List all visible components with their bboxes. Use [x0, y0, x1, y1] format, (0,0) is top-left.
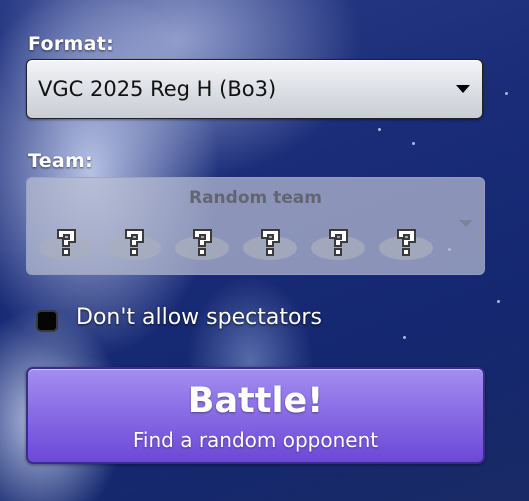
battle-button[interactable]: Battle! Find a random opponent: [26, 367, 485, 464]
question-mark-icon: [125, 229, 144, 256]
team-slot: [37, 224, 95, 264]
battle-button-title: Battle!: [187, 381, 324, 421]
format-selected-value: VGC 2025 Reg H (Bo3): [38, 77, 277, 101]
star: [378, 128, 381, 131]
star: [412, 142, 415, 145]
question-mark-icon: [329, 229, 348, 256]
star: [403, 336, 406, 339]
question-mark-icon: [261, 229, 280, 256]
question-mark-icon: [193, 229, 212, 256]
star: [505, 92, 508, 95]
team-slot: [241, 224, 299, 264]
format-label: Format:: [28, 33, 115, 55]
team-slot: [309, 224, 367, 264]
no-spectators-checkbox[interactable]: [36, 310, 58, 332]
question-mark-icon: [397, 229, 416, 256]
team-slot: [173, 224, 231, 264]
battle-button-subtitle: Find a random opponent: [132, 428, 379, 452]
team-slot: [377, 224, 435, 264]
team-slot: [105, 224, 163, 264]
chevron-down-icon: [456, 85, 470, 93]
team-selected-value: Random team: [189, 188, 322, 208]
chevron-down-icon: [459, 220, 473, 227]
question-mark-icon: [57, 229, 76, 256]
team-label: Team:: [28, 150, 94, 172]
no-spectators-label[interactable]: Don't allow spectators: [76, 305, 322, 330]
team-select[interactable]: Random team: [26, 177, 485, 275]
format-select[interactable]: VGC 2025 Reg H (Bo3): [26, 59, 483, 119]
star: [497, 300, 500, 303]
